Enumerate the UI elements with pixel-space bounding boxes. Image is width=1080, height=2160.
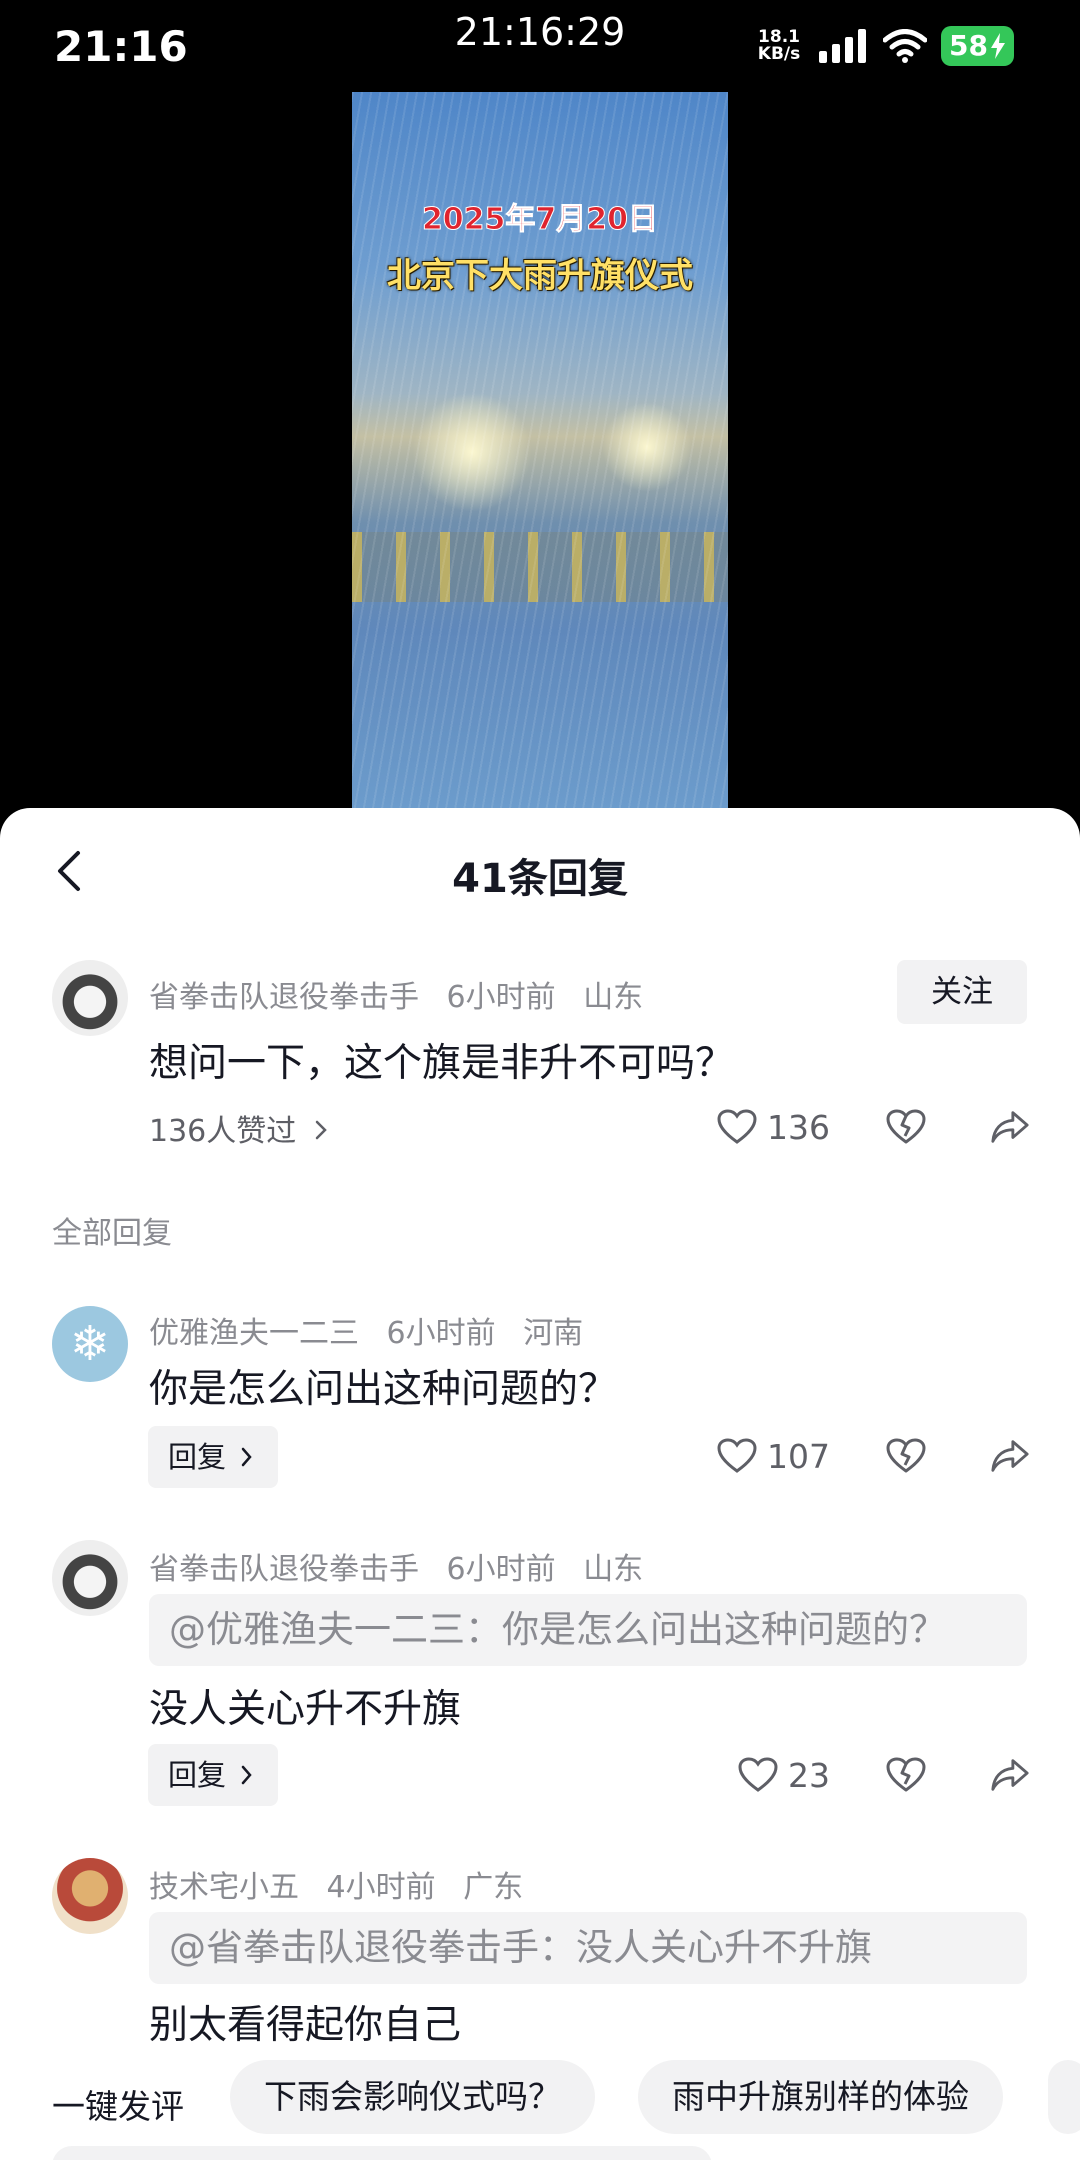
reply-button[interactable]: 回复: [148, 1426, 278, 1488]
comment-location: 广东: [463, 1870, 524, 1905]
like-count: 107: [767, 1436, 830, 1476]
quick-comment-chip[interactable]: 下雨会影响仪式吗？: [230, 2060, 595, 2134]
quoted-comment[interactable]: @省拳击队退役拳击手：没人关心升不升旗: [149, 1912, 1027, 1984]
avatar[interactable]: ❄: [52, 1306, 128, 1382]
status-bar: 21:16 21:16:29 18.1 KB/s 58: [0, 0, 1080, 90]
avatar[interactable]: [52, 1858, 128, 1934]
video-player[interactable]: 2025年7月20日 北京下大雨升旗仪式: [352, 92, 728, 810]
follow-button[interactable]: 关注: [897, 960, 1027, 1024]
comment-meta: 省拳击队退役拳击手 6小时前 山东: [149, 972, 661, 1016]
comment-actions: 107: [717, 1431, 1030, 1481]
heart-icon: [717, 1436, 757, 1476]
chevron-right-icon: [315, 1120, 327, 1140]
share-icon[interactable]: [990, 1436, 1030, 1476]
chevron-right-icon: [241, 1447, 252, 1467]
quick-comment-label: 一键发评: [52, 2087, 184, 2126]
share-icon[interactable]: [990, 1107, 1030, 1147]
comment-location: 山东: [583, 1552, 644, 1587]
like-button[interactable]: 23: [738, 1755, 830, 1795]
broken-heart-icon[interactable]: [886, 1107, 926, 1147]
quick-comment-chip[interactable]: 雨中升旗别样的体验: [638, 2060, 1003, 2134]
section-label: 全部回复: [52, 1216, 172, 1251]
heart-icon: [717, 1107, 757, 1147]
comment-meta: 省拳击队退役拳击手 6小时前 山东: [149, 1544, 661, 1588]
chevron-right-icon: [241, 1765, 252, 1785]
video-title-caption: 北京下大雨升旗仪式: [387, 256, 693, 296]
comment-text: 别太看得起你自己: [149, 2003, 462, 2048]
sheet-title: 41条回复: [452, 856, 628, 902]
comment-text: 想问一下，这个旗是非升不可吗？: [149, 1041, 735, 1086]
comment-time: 6小时前: [386, 1316, 496, 1351]
cellular-signal-icon: [819, 29, 867, 63]
wifi-icon: [883, 29, 928, 63]
comment-time: 4小时前: [326, 1870, 436, 1905]
network-speed: 18.1 KB/s: [757, 27, 801, 64]
like-button[interactable]: 107: [717, 1436, 830, 1476]
reply-button[interactable]: 回复: [148, 1744, 278, 1806]
comment-time: 6小时前: [446, 980, 556, 1015]
heart-icon: [738, 1755, 778, 1795]
comment-meta: 技术宅小五 4小时前 广东: [149, 1862, 541, 1906]
share-icon[interactable]: [990, 1755, 1030, 1795]
comment-text: 你是怎么问出这种问题的？: [149, 1367, 618, 1412]
quoted-comment[interactable]: @优雅渔夫一二三：你是怎么问出这种问题的？: [149, 1594, 1027, 1666]
broken-heart-icon[interactable]: [886, 1436, 926, 1476]
username[interactable]: 优雅渔夫一二三: [149, 1316, 359, 1351]
comment-time: 6小时前: [446, 1552, 556, 1587]
broken-heart-icon[interactable]: [886, 1755, 926, 1795]
like-count: 23: [788, 1755, 830, 1795]
comment-actions: 136: [717, 1102, 1030, 1152]
comment-meta: 优雅渔夫一二三 6小时前 河南: [149, 1308, 601, 1352]
battery-indicator: 58: [941, 26, 1014, 66]
video-date-caption: 2025年7月20日: [421, 202, 659, 238]
username[interactable]: 省拳击队退役拳击手: [149, 980, 419, 1015]
comment-input[interactable]: [52, 2146, 712, 2160]
charging-bolt-icon: [991, 33, 1005, 59]
username[interactable]: 技术宅小五: [149, 1870, 299, 1905]
sheet-header: 41条回复: [0, 808, 1080, 934]
likers-link[interactable]: 136人赞过: [149, 1106, 328, 1150]
status-indicators: 18.1 KB/s 58: [753, 26, 1014, 66]
avatar[interactable]: [52, 1540, 128, 1616]
quick-comment-bar: 一键发评 下雨会影响仪式吗？ 雨中升旗别样的体验: [0, 2060, 1080, 2160]
comment-location: 河南: [523, 1316, 584, 1351]
like-count: 136: [767, 1107, 830, 1147]
comment-location: 山东: [583, 980, 644, 1015]
comment-actions: 23: [738, 1750, 1030, 1800]
avatar[interactable]: [52, 960, 128, 1036]
username[interactable]: 省拳击队退役拳击手: [149, 1552, 419, 1587]
quick-comment-chip-partial[interactable]: [1048, 2060, 1080, 2134]
like-button[interactable]: 136: [717, 1107, 830, 1147]
comment-text: 没人关心升不升旗: [149, 1687, 462, 1732]
